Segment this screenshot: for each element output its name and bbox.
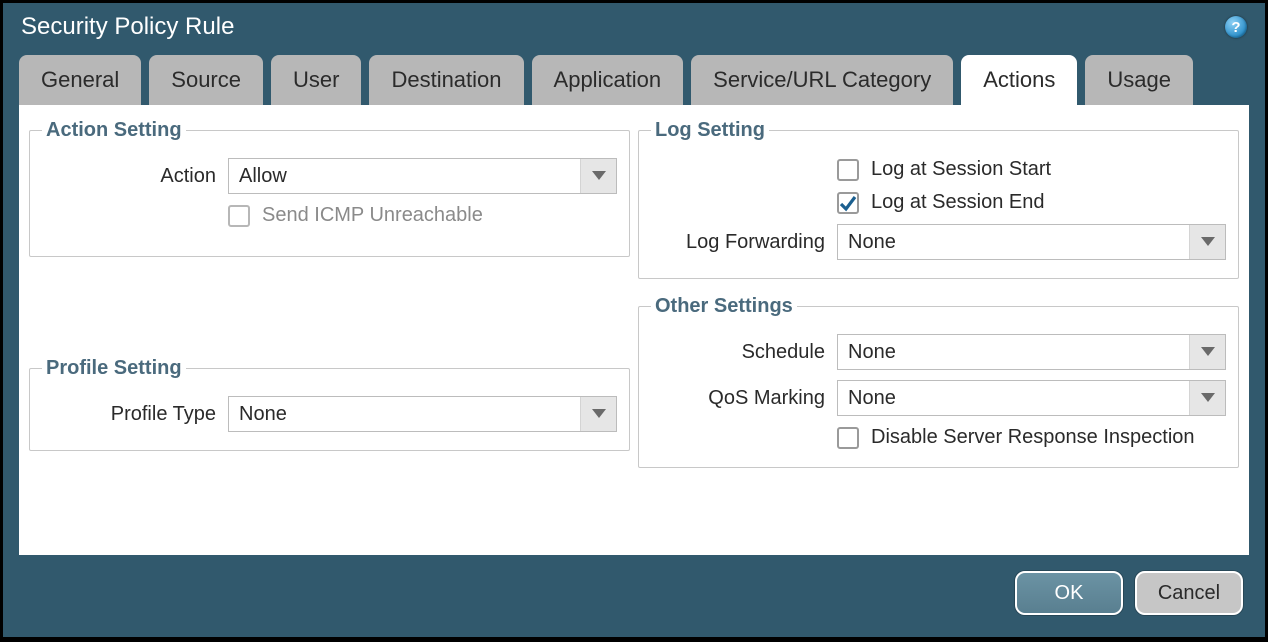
chevron-down-icon [580,159,616,193]
profile-setting-group: Profile Setting Profile Type None [29,357,630,451]
tab-destination[interactable]: Destination [369,55,523,105]
tab-general[interactable]: General [19,55,141,105]
schedule-select[interactable]: None [837,334,1226,370]
right-column: Log Setting Log at Session Start Log at … [638,119,1239,541]
action-setting-legend: Action Setting [42,119,186,142]
profile-type-select[interactable]: None [228,396,617,432]
action-select[interactable]: Allow [228,158,617,194]
ok-button[interactable]: OK [1015,571,1123,615]
log-setting-group: Log Setting Log at Session Start Log at … [638,119,1239,279]
dialog-window: Security Policy Rule ? General Source Us… [2,2,1266,638]
chevron-down-icon [1189,335,1225,369]
tab-user[interactable]: User [271,55,361,105]
action-setting-group: Action Setting Action Allow Send ICMP Un… [29,119,630,257]
tab-source[interactable]: Source [149,55,263,105]
action-label: Action [42,165,228,188]
qos-marking-select-value: None [838,387,906,410]
send-icmp-label: Send ICMP Unreachable [262,204,483,227]
qos-marking-label: QoS Marking [651,387,837,410]
tab-application[interactable]: Application [532,55,684,105]
help-icon[interactable]: ? [1225,16,1247,38]
cancel-button[interactable]: Cancel [1135,571,1243,615]
log-setting-legend: Log Setting [651,119,769,142]
disable-inspection-label: Disable Server Response Inspection [871,426,1195,449]
disable-inspection-checkbox[interactable] [837,427,859,449]
dialog-title: Security Policy Rule [21,13,234,41]
chevron-down-icon [580,397,616,431]
log-session-start-checkbox[interactable] [837,159,859,181]
log-session-end-label: Log at Session End [871,191,1044,214]
send-icmp-checkbox [228,205,250,227]
log-forwarding-label: Log Forwarding [651,231,837,254]
log-session-start-label: Log at Session Start [871,158,1051,181]
chevron-down-icon [1189,381,1225,415]
other-settings-group: Other Settings Schedule None QoS Marking… [638,295,1239,468]
chevron-down-icon [1189,225,1225,259]
other-settings-legend: Other Settings [651,295,797,318]
schedule-select-value: None [838,341,906,364]
title-bar: Security Policy Rule ? [3,3,1265,55]
left-column: Action Setting Action Allow Send ICMP Un… [29,119,630,541]
tab-strip: General Source User Destination Applicat… [3,55,1265,105]
action-select-value: Allow [229,165,297,188]
qos-marking-select[interactable]: None [837,380,1226,416]
schedule-label: Schedule [651,341,837,364]
profile-type-select-value: None [229,403,297,426]
profile-setting-legend: Profile Setting [42,357,186,380]
profile-type-label: Profile Type [42,403,228,426]
log-session-end-checkbox[interactable] [837,192,859,214]
log-forwarding-select-value: None [838,231,906,254]
log-forwarding-select[interactable]: None [837,224,1226,260]
tab-usage[interactable]: Usage [1085,55,1193,105]
actions-panel: Action Setting Action Allow Send ICMP Un… [19,105,1249,555]
tab-actions[interactable]: Actions [961,55,1077,105]
tab-service-url-category[interactable]: Service/URL Category [691,55,953,105]
button-bar: OK Cancel [3,555,1265,637]
